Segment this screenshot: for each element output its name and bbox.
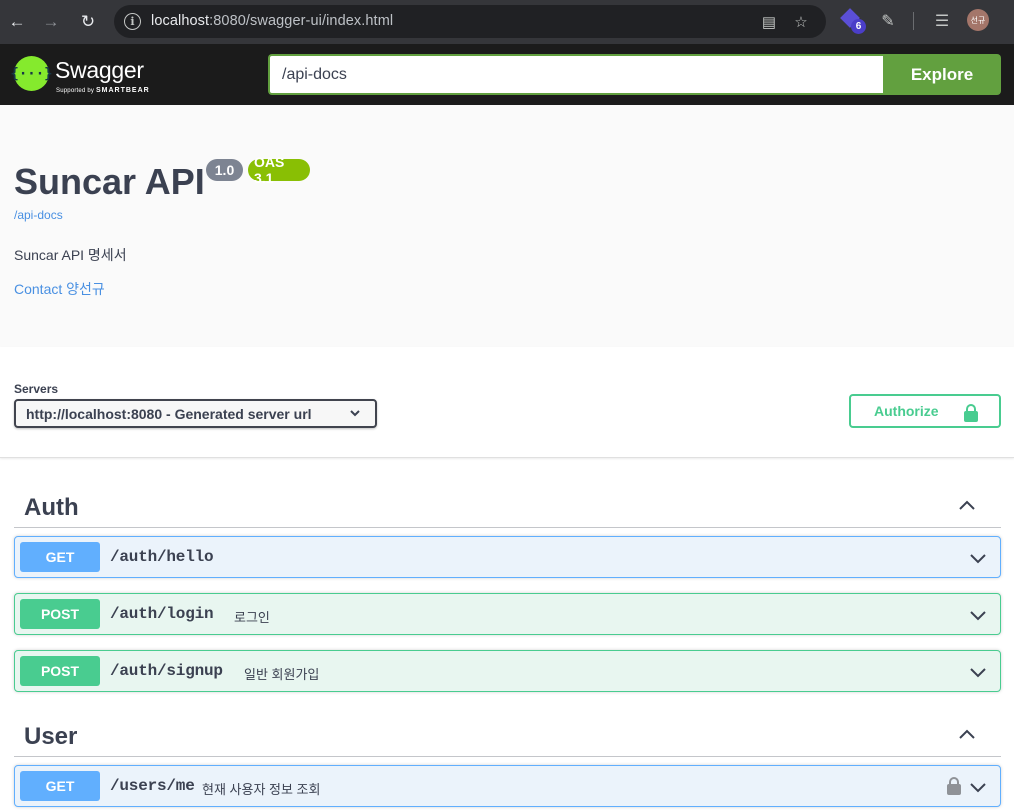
chevron-up-icon[interactable] — [957, 725, 977, 745]
extension-badge: 6 — [851, 19, 866, 34]
version-badge: 1.0 — [206, 159, 243, 181]
back-arrow-icon[interactable]: ← — [5, 10, 29, 34]
chevron-down-icon[interactable] — [968, 605, 988, 625]
operation-path: /auth/hello — [110, 548, 214, 566]
method-badge: POST — [20, 656, 100, 686]
authorize-label: Authorize — [874, 403, 939, 419]
operation-summary: 현재 사용자 정보 조회 — [202, 782, 321, 797]
browser-menu-icon[interactable]: ⋮ — [1008, 7, 1014, 21]
contact-link[interactable]: Contact 양선규 — [14, 279, 105, 299]
address-bar[interactable]: i localhost:8080/swagger-ui/index.html ▤… — [114, 5, 826, 38]
api-info: Suncar API 1.0 OAS 3.1 /api-docs Suncar … — [0, 105, 1014, 347]
operation-path: /auth/login — [110, 605, 214, 623]
forward-arrow-icon[interactable]: → — [39, 10, 63, 34]
swagger-logo-text: Swagger — [55, 57, 144, 83]
operation-get-users-me[interactable]: GET /users/me 현재 사용자 정보 조회 — [14, 765, 1001, 807]
method-badge: GET — [20, 771, 100, 801]
chevron-down-icon[interactable] — [968, 777, 988, 797]
url-host: localhost — [151, 13, 210, 29]
selected-server: http://localhost:8080 - Generated server… — [26, 405, 312, 422]
swagger-logo-subtitle: Supported by SMARTBEAR — [56, 87, 150, 94]
url-path: :8080/swagger-ui/index.html — [209, 13, 394, 29]
chevron-up-icon[interactable] — [957, 496, 977, 516]
operation-post-auth-signup[interactable]: POST /auth/signup 일반 회원가입 — [14, 650, 1001, 692]
oas-badge: OAS 3.1 — [248, 154, 310, 186]
address-url[interactable]: localhost:8080/swagger-ui/index.html — [151, 13, 393, 29]
scheme-container: Servers http://localhost:8080 - Generate… — [0, 347, 1014, 458]
spec-link[interactable]: /api-docs — [14, 208, 63, 222]
media-queue-icon[interactable]: ☰ — [931, 10, 953, 32]
operation-get-auth-hello[interactable]: GET /auth/hello — [14, 536, 1001, 578]
browser-toolbar: ← → ↻ i localhost:8080/swagger-ui/index.… — [0, 0, 1014, 44]
operation-post-auth-login[interactable]: POST /auth/login 로그인 — [14, 593, 1001, 635]
chevron-down-icon[interactable] — [968, 662, 988, 682]
server-select[interactable]: http://localhost:8080 - Generated server… — [14, 399, 377, 428]
toolbar-divider — [913, 12, 914, 30]
authorize-button[interactable]: Authorize — [849, 394, 1001, 428]
api-description: Suncar API 명세서 — [14, 247, 127, 263]
tag-header-auth[interactable]: Auth — [14, 484, 1001, 528]
chevron-down-icon[interactable] — [968, 548, 988, 568]
bookmark-star-icon[interactable]: ☆ — [792, 13, 810, 31]
explore-button[interactable]: Explore — [883, 54, 1001, 95]
servers-label: Servers — [14, 382, 59, 396]
site-info-icon[interactable]: i — [124, 13, 141, 30]
swagger-logo-icon: {···} — [10, 56, 53, 91]
operation-summary: 로그인 — [234, 610, 270, 625]
smartbear-text: SMARTBEAR — [95, 87, 150, 94]
operation-path: /auth/signup — [110, 662, 223, 680]
api-title: Suncar API — [14, 161, 205, 202]
method-badge: GET — [20, 542, 100, 572]
profile-avatar[interactable]: 선규 — [967, 9, 989, 31]
operation-summary: 일반 회원가입 — [244, 667, 320, 682]
method-badge: POST — [20, 599, 100, 629]
swagger-topbar: {···} Swagger Supported by SMARTBEAR Exp… — [0, 44, 1014, 105]
spec-url-input[interactable] — [268, 54, 884, 95]
operation-path: /users/me — [110, 777, 195, 795]
tag-header-user[interactable]: User — [14, 713, 1001, 757]
lock-icon[interactable] — [947, 777, 961, 795]
chevron-down-icon — [350, 410, 360, 417]
supported-by-text: Supported by — [56, 88, 95, 94]
translate-icon[interactable]: ▤ — [760, 13, 778, 31]
reload-icon[interactable]: ↻ — [76, 10, 100, 34]
tag-title: User — [24, 723, 78, 750]
extensions-puzzle-icon[interactable]: ✎ — [877, 10, 899, 32]
tag-title: Auth — [24, 494, 79, 521]
unlock-icon — [964, 404, 978, 422]
